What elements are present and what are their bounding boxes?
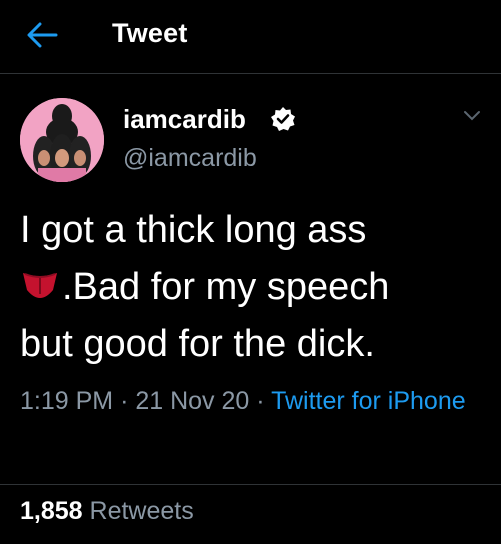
tongue-emoji-icon <box>23 273 57 298</box>
author-handle[interactable]: @iamcardib <box>123 144 257 173</box>
retweets-stat[interactable]: 1,858 Retweets <box>20 497 194 526</box>
verified-badge-icon <box>271 107 295 131</box>
tweet-date: 21 Nov 20 <box>135 387 250 415</box>
meta-separator-2: · <box>256 387 265 415</box>
divider <box>0 484 501 485</box>
chevron-down-icon[interactable] <box>463 110 481 122</box>
author-display-name[interactable]: iamcardib <box>123 104 246 135</box>
top-bar: Tweet <box>0 0 501 74</box>
avatar[interactable] <box>20 98 104 182</box>
page-title: Tweet <box>112 18 188 48</box>
meta-separator: · <box>120 387 129 415</box>
tweet-source-link[interactable]: Twitter for iPhone <box>271 387 466 415</box>
retweets-count: 1,858 <box>20 497 83 525</box>
arrow-left-icon[interactable] <box>26 22 58 48</box>
retweets-label: Retweets <box>89 497 194 525</box>
tweet-text-line-2-text: .Bad for my speech <box>62 266 390 308</box>
tweet-meta: 1:19 PM · 21 Nov 20 · Twitter for iPhone <box>20 382 490 420</box>
tweet-text-line-2: .Bad for my speech <box>20 259 490 316</box>
profile-avatar <box>20 98 104 182</box>
tweet-time: 1:19 PM <box>20 387 114 415</box>
tweet-text: I got a thick long ass .Bad for my speec… <box>20 202 490 373</box>
tweet-text-line-1: I got a thick long ass <box>20 209 367 251</box>
tweet-text-line-3: but good for the dick. <box>20 323 375 365</box>
